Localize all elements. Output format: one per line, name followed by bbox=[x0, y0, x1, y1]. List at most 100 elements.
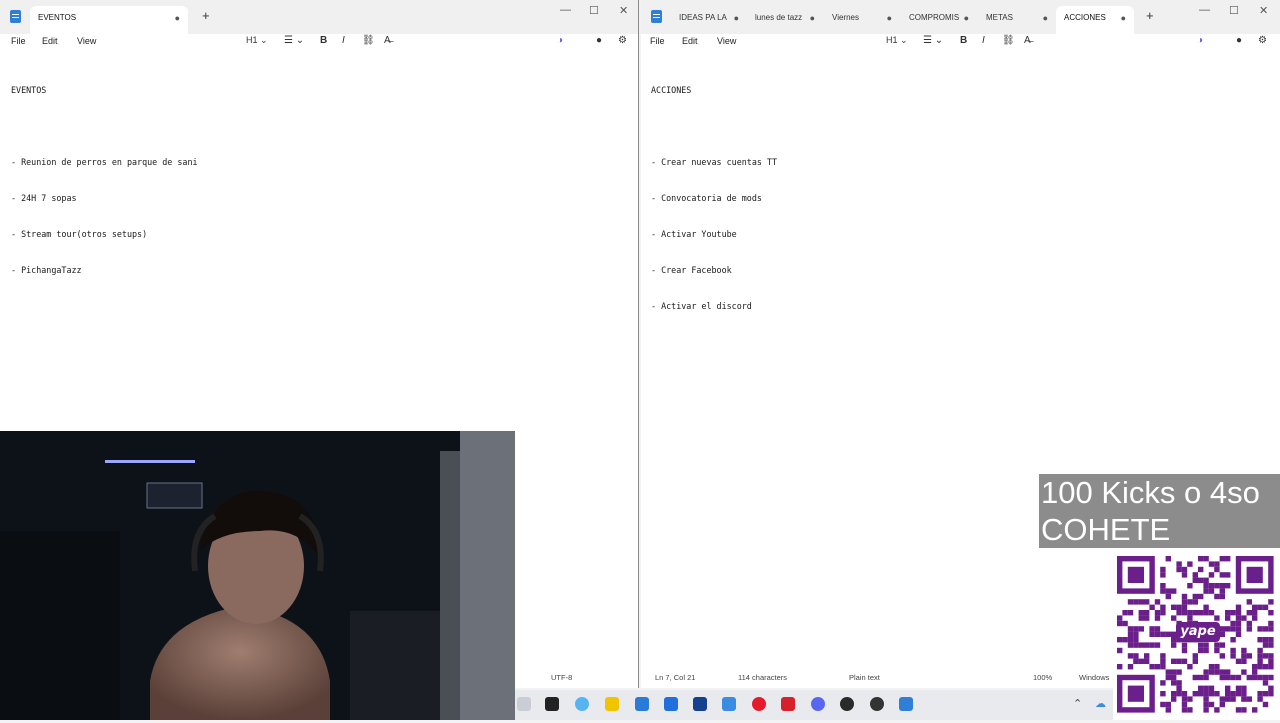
qr-module bbox=[1181, 691, 1188, 697]
outlook-icon[interactable] bbox=[722, 697, 736, 711]
account-icon[interactable]: ● bbox=[596, 35, 602, 46]
heading-dropdown[interactable]: H1 ⌄ bbox=[886, 35, 908, 46]
discord-icon[interactable] bbox=[811, 697, 825, 711]
qr-module bbox=[1187, 696, 1193, 702]
text-editor-area[interactable]: EVENTOS - Reunion de perros en parque de… bbox=[11, 60, 198, 300]
notepad-taskbar-icon[interactable] bbox=[899, 697, 913, 711]
account-icon[interactable]: ● bbox=[1236, 35, 1242, 46]
new-tab-button[interactable]: + bbox=[1146, 8, 1154, 23]
qr-module bbox=[1198, 566, 1204, 573]
qr-module bbox=[1203, 604, 1209, 610]
heading-dropdown[interactable]: H1 ⌄ bbox=[246, 35, 268, 46]
unsaved-dot-icon: ● bbox=[1042, 13, 1048, 23]
qr-module bbox=[1144, 658, 1150, 664]
tab-lunes[interactable]: lunes de tazz ● bbox=[747, 6, 823, 34]
italic-button[interactable]: I bbox=[342, 35, 345, 46]
qr-module bbox=[1149, 626, 1155, 632]
store-icon[interactable] bbox=[635, 697, 649, 711]
cursor-position-status[interactable]: Ln 7, Col 21 bbox=[655, 673, 695, 682]
tab-eventos[interactable]: EVENTOS ● bbox=[30, 6, 188, 34]
qr-module bbox=[1225, 669, 1231, 675]
qr-module bbox=[1214, 647, 1220, 654]
clear-format-icon[interactable]: A̶ bbox=[384, 35, 391, 46]
file-explorer-icon[interactable] bbox=[605, 697, 619, 711]
maximize-button[interactable]: ☐ bbox=[1229, 4, 1239, 17]
menu-edit[interactable]: Edit bbox=[42, 36, 58, 46]
close-window-button[interactable]: ✕ bbox=[619, 4, 628, 17]
new-tab-button[interactable]: + bbox=[202, 8, 210, 23]
text-editor-area[interactable]: ACCIONES - Crear nuevas cuentas TT - Con… bbox=[651, 60, 777, 336]
copilot-icon[interactable]: ◑ bbox=[1197, 35, 1203, 46]
opera-icon[interactable] bbox=[752, 697, 766, 711]
qr-module bbox=[1225, 572, 1231, 578]
close-tab-icon[interactable]: ● bbox=[175, 6, 180, 30]
qr-module bbox=[1225, 556, 1231, 562]
italic-button[interactable]: I bbox=[982, 35, 985, 46]
qr-module bbox=[1198, 577, 1204, 583]
qr-module bbox=[1219, 593, 1225, 600]
tab-ideas[interactable]: IDEAS PA LA ● bbox=[671, 6, 747, 34]
list-button[interactable]: ☰ ⌄ bbox=[284, 35, 304, 46]
qr-module bbox=[1208, 572, 1215, 578]
tab-viernes[interactable]: Viernes ● bbox=[824, 6, 900, 34]
qr-module bbox=[1219, 701, 1225, 708]
tab-label: COMPROMIS bbox=[909, 13, 960, 22]
qr-module bbox=[1192, 572, 1198, 578]
line-ending-status[interactable]: Windows bbox=[1079, 673, 1109, 682]
qr-module bbox=[1246, 696, 1252, 702]
bold-button[interactable]: B bbox=[320, 35, 327, 46]
qr-module bbox=[1149, 604, 1155, 610]
qr-module bbox=[1246, 620, 1252, 627]
chevron-up-icon[interactable]: ⌃ bbox=[1073, 697, 1087, 711]
app-icon[interactable] bbox=[870, 697, 884, 711]
obs-icon[interactable] bbox=[840, 697, 854, 711]
qr-module bbox=[1225, 674, 1231, 681]
task-view-icon[interactable] bbox=[545, 697, 559, 711]
encoding-status[interactable]: UTF-8 bbox=[551, 673, 572, 682]
settings-gear-icon[interactable]: ⚙ bbox=[618, 35, 627, 46]
qr-module bbox=[1171, 680, 1177, 686]
qr-module bbox=[1268, 626, 1274, 632]
clear-format-icon[interactable]: A̶ bbox=[1024, 35, 1031, 46]
maximize-button[interactable]: ☐ bbox=[589, 4, 599, 17]
qr-module bbox=[1133, 631, 1139, 637]
close-tab-icon[interactable]: ● bbox=[1121, 6, 1126, 30]
qr-module bbox=[1160, 680, 1166, 686]
onedrive-icon[interactable]: ☁ bbox=[1095, 697, 1109, 711]
qr-module bbox=[1235, 626, 1242, 632]
qr-module bbox=[1268, 664, 1274, 670]
menu-view[interactable]: View bbox=[717, 36, 736, 46]
wps-icon[interactable] bbox=[781, 697, 795, 711]
minimize-button[interactable]: — bbox=[1199, 4, 1210, 16]
qr-module bbox=[1187, 561, 1193, 567]
qr-module bbox=[1117, 637, 1123, 643]
editor-line: - Crear nuevas cuentas TT bbox=[651, 157, 778, 167]
desktop-thumbnail-icon[interactable] bbox=[517, 697, 531, 711]
tab-metas[interactable]: METAS ● bbox=[978, 6, 1056, 34]
chevron-down-icon: ⌄ bbox=[260, 35, 268, 45]
qr-module bbox=[1208, 664, 1215, 670]
format-status[interactable]: Plain text bbox=[849, 673, 880, 682]
qr-module bbox=[1268, 653, 1274, 659]
settings-gear-icon[interactable]: ⚙ bbox=[1258, 35, 1267, 46]
tab-acciones[interactable]: ACCIONES ● bbox=[1056, 6, 1134, 34]
link-icon[interactable]: ⛓ bbox=[362, 35, 375, 46]
tab-compromis[interactable]: COMPROMIS ● bbox=[901, 6, 977, 34]
menu-edit[interactable]: Edit bbox=[682, 36, 698, 46]
minimize-button[interactable]: — bbox=[560, 4, 571, 16]
menu-view[interactable]: View bbox=[77, 36, 96, 46]
goal-text-line1: 100 Kicks o 4so bbox=[1041, 475, 1260, 510]
vscode-icon[interactable] bbox=[693, 697, 707, 711]
copilot-icon[interactable]: ◑ bbox=[557, 35, 563, 46]
menu-file[interactable]: File bbox=[11, 36, 26, 46]
link-icon[interactable]: ⛓ bbox=[1002, 35, 1015, 46]
menu-file[interactable]: File bbox=[650, 36, 665, 46]
close-window-button[interactable]: ✕ bbox=[1259, 4, 1268, 17]
qr-module bbox=[1241, 615, 1247, 621]
bold-button[interactable]: B bbox=[960, 35, 967, 46]
list-button[interactable]: ☰ ⌄ bbox=[923, 35, 943, 46]
zoom-status[interactable]: 100% bbox=[1033, 673, 1052, 682]
qr-module bbox=[1198, 610, 1204, 616]
dropbox-icon[interactable] bbox=[664, 697, 678, 711]
copilot-taskbar-icon[interactable] bbox=[575, 697, 589, 711]
